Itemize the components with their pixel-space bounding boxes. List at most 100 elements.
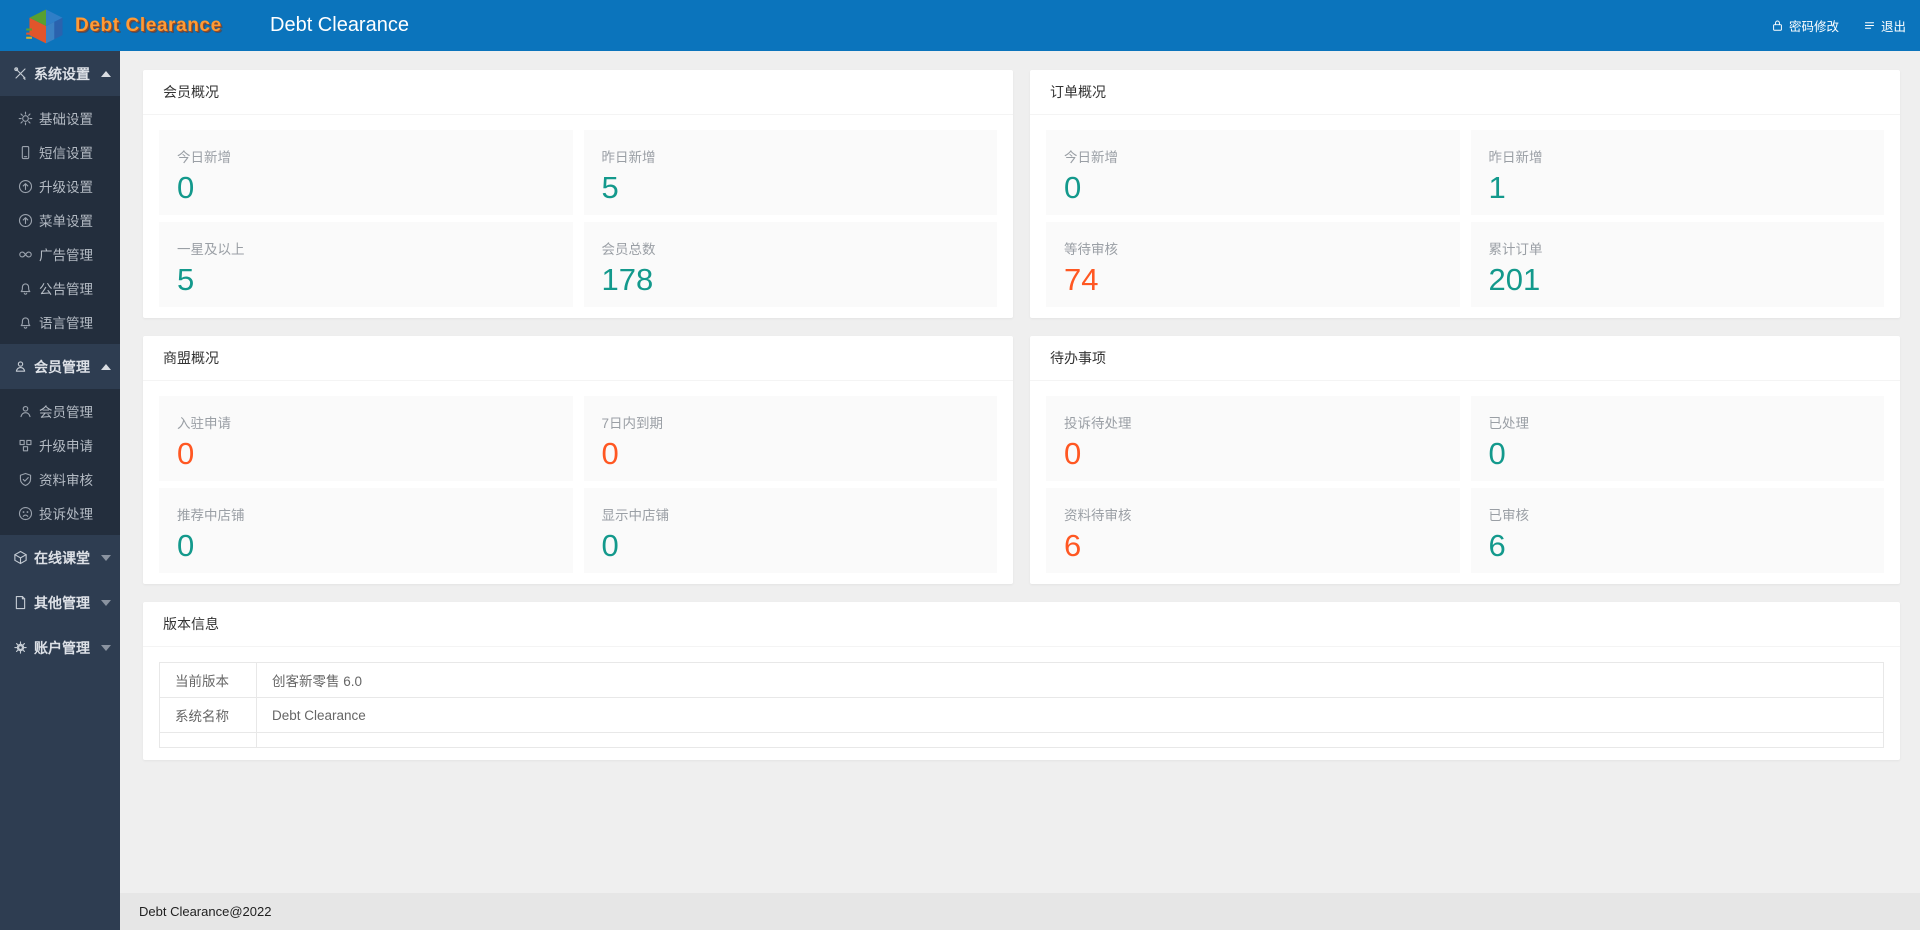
user-frame-icon [13, 359, 28, 374]
sidebar-submenu-system-settings: 基础设置短信设置升级设置菜单设置广告管理 公告管理 语言管理 [0, 96, 120, 344]
sidebar-item-complaint-handling[interactable]: 投诉处理 [0, 496, 120, 530]
stat-tiles: 入驻申请 0 7日内到期 0 推荐中店铺 0 显示中店铺 0 [159, 396, 997, 573]
logo-cube-icon [26, 7, 66, 45]
arrow-up-circle-icon [18, 179, 33, 194]
stat-settle-in-applications: 入驻申请 0 [159, 396, 573, 481]
sidebar-group-online-classroom[interactable]: 在线课堂 [0, 535, 120, 580]
stat-label: 今日新增 [1064, 150, 1118, 165]
grid-icon [18, 438, 33, 453]
version-row-value [256, 732, 1884, 748]
sidebar-group-label: 会员管理 [34, 358, 90, 375]
sidebar-item-sms-settings[interactable]: 短信设置 [0, 135, 120, 169]
stat-label: 7日内到期 [601, 416, 664, 431]
stat-tiles: 今日新增 0 昨日新增 1 等待审核 74 累计订单 201 [1046, 130, 1884, 307]
stat-label: 一星及以上 [177, 242, 245, 257]
topbar: Debt Clearance Debt Clearance 密码修改 退出 [0, 0, 1920, 51]
sidebar-item-language-management[interactable]: 语言管理 [0, 305, 120, 339]
version-row-label: 当前版本 [159, 662, 257, 698]
lock-icon [1771, 19, 1784, 32]
stat-label: 入驻申请 [177, 416, 231, 431]
sidebar-item-label: 菜单设置 [39, 214, 93, 229]
stat-value: 0 [177, 436, 195, 471]
stat-label: 显示中店铺 [601, 508, 670, 523]
sidebar-item-upgrade-settings[interactable]: 升级设置 [0, 169, 120, 203]
sidebar-group-system-settings[interactable]: 系统设置 [0, 51, 120, 96]
sidebar-group-label: 系统设置 [34, 65, 90, 82]
stat-profiles-pending-review: 资料待审核 6 [1046, 488, 1460, 573]
stat-label: 今日新增 [177, 150, 231, 165]
sidebar-group-member-management-group[interactable]: 会员管理 [0, 344, 120, 389]
stat-today-added: 今日新增 0 [1046, 130, 1460, 215]
stat-yesterday-added: 昨日新增 1 [1470, 130, 1884, 215]
stat-value: 1 [1488, 170, 1506, 205]
sidebar-item-label: 升级设置 [39, 180, 93, 195]
stat-tiles: 今日新增 0 昨日新增 5 一星及以上 5 会员总数 178 [159, 130, 997, 307]
chevron-up-icon [101, 363, 111, 370]
sidebar-group-account-management[interactable]: 账户管理 [0, 625, 120, 670]
chevron-up-icon [101, 70, 111, 77]
sidebar-item-label: 短信设置 [39, 146, 93, 161]
card-title: 版本信息 [143, 602, 1900, 647]
stat-complaints-handled: 已处理 0 [1470, 396, 1884, 481]
stat-label: 等待审核 [1064, 242, 1118, 257]
infinity-icon [18, 247, 33, 262]
sidebar-group-other-management[interactable]: 其他管理 [0, 580, 120, 625]
shield-check-icon [18, 472, 33, 487]
sidebar-item-profile-review[interactable]: 资料审核 [0, 462, 120, 496]
version-row-value: 创客新零售 6.0 [256, 662, 1884, 698]
arrow-up-circle-icon [18, 213, 33, 228]
topbar-actions: 密码修改 退出 [1771, 16, 1920, 35]
main-area: 会员概况 今日新增 0 昨日新增 5 一星及以上 5 会员总数 178 订单概况 今日新增 0 昨日新增… [120, 51, 1920, 930]
stat-value: 201 [1488, 262, 1541, 297]
topbar-action-logout[interactable]: 退出 [1863, 16, 1906, 35]
card-member-overview: 会员概况 今日新增 0 昨日新增 5 一星及以上 5 会员总数 178 [143, 70, 1013, 318]
sidebar-item-upgrade-application[interactable]: 升级申请 [0, 428, 120, 462]
stat-value: 5 [177, 262, 195, 297]
sidebar-item-label: 投诉处理 [39, 507, 93, 522]
card-alliance-overview: 商盟概况 入驻申请 0 7日内到期 0 推荐中店铺 0 显示中店铺 0 [143, 336, 1013, 584]
sidebar-item-announcement-management[interactable]: 公告管理 [0, 271, 120, 305]
chevron-down-icon [101, 599, 111, 606]
stat-one-star-and-above: 一星及以上 5 [159, 222, 573, 307]
stat-complaints-pending: 投诉待处理 0 [1046, 396, 1460, 481]
version-table-row [159, 732, 1884, 748]
cube-icon [13, 550, 28, 565]
stat-value: 0 [1064, 436, 1082, 471]
stat-value: 6 [1488, 528, 1506, 563]
sidebar-item-label: 升级申请 [39, 439, 93, 454]
stat-tiles: 投诉待处理 0 已处理 0 资料待审核 6 已审核 6 [1046, 396, 1884, 573]
stat-value: 0 [601, 528, 619, 563]
card-title: 订单概况 [1030, 70, 1900, 115]
card-body: 入驻申请 0 7日内到期 0 推荐中店铺 0 显示中店铺 0 [143, 381, 1013, 584]
sidebar-item-label: 会员管理 [39, 405, 93, 420]
bell-icon [18, 281, 33, 296]
sidebar-group-label: 账户管理 [34, 639, 90, 656]
sidebar-item-menu-settings[interactable]: 菜单设置 [0, 203, 120, 237]
app-logo[interactable]: Debt Clearance [0, 7, 242, 45]
version-row-label [159, 732, 257, 748]
sidebar-item-ad-management[interactable]: 广告管理 [0, 237, 120, 271]
sidebar-item-basic-settings[interactable]: 基础设置 [0, 101, 120, 135]
copyright-text: Debt Clearance@2022 [139, 904, 272, 919]
version-card-body: 当前版本 创客新零售 6.0 系统名称 Debt Clearance [143, 647, 1900, 760]
sidebar-item-member-management[interactable]: 会员管理 [0, 394, 120, 428]
version-table: 当前版本 创客新零售 6.0 系统名称 Debt Clearance [159, 662, 1884, 748]
stat-value: 5 [601, 170, 619, 205]
card-body: 今日新增 0 昨日新增 5 一星及以上 5 会员总数 178 [143, 115, 1013, 318]
sidebar-group-label: 在线课堂 [34, 549, 90, 566]
logout-icon [1863, 19, 1876, 32]
sidebar: 系统设置 基础设置 短信设置 升级设置 菜单设置 广告管理 公告管理 语言管理 会员管理 会员管理… [0, 51, 120, 930]
card-todo-items: 待办事项 投诉待处理 0 已处理 0 资料待审核 6 已审核 6 [1030, 336, 1900, 584]
body-row: 系统设置 基础设置 短信设置 升级设置 菜单设置 广告管理 公告管理 语言管理 会员管理 会员管理… [0, 51, 1920, 930]
stat-label: 会员总数 [601, 242, 656, 257]
logo-wordmark: Debt Clearance [75, 14, 222, 36]
footer: Debt Clearance@2022 [120, 893, 1920, 930]
stat-pending-review: 等待审核 74 [1046, 222, 1460, 307]
card-version-info: 版本信息 当前版本 创客新零售 6.0 系统名称 Debt Clearance [143, 602, 1900, 760]
tools-icon [13, 66, 28, 81]
topbar-action-change-password[interactable]: 密码修改 [1771, 16, 1839, 35]
sidebar-group-label: 其他管理 [34, 594, 90, 611]
stat-value: 6 [1064, 528, 1082, 563]
overview-cards: 会员概况 今日新增 0 昨日新增 5 一星及以上 5 会员总数 178 订单概况 今日新增 0 昨日新增… [143, 70, 1900, 584]
version-row-value: Debt Clearance [256, 697, 1884, 733]
